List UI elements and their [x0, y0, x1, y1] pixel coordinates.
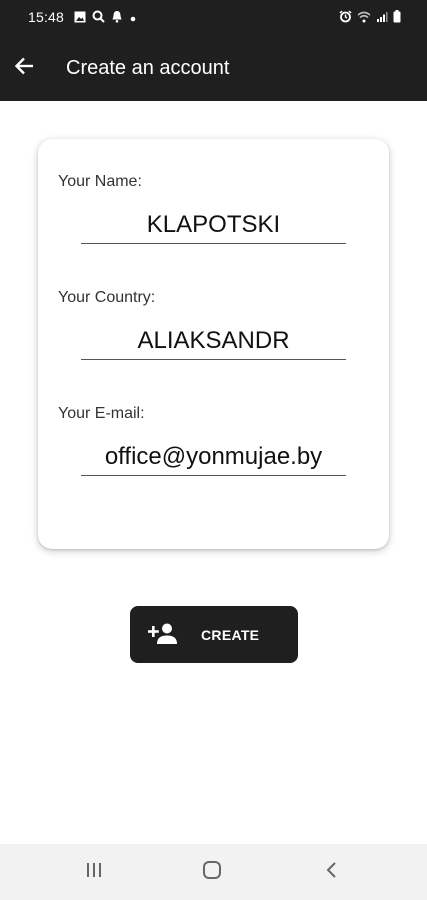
back-icon [324, 860, 340, 885]
app-bar: Create an account [0, 36, 427, 101]
account-form-card: Your Name: Your Country: Your E-mail: [38, 139, 389, 549]
system-nav-bar [0, 844, 427, 900]
create-button[interactable]: CREATE [130, 606, 298, 663]
nav-back-button[interactable] [317, 858, 347, 886]
notification-icon [111, 10, 123, 26]
status-right-icons [339, 10, 401, 26]
country-label: Your Country: [58, 289, 156, 306]
status-left-icons [74, 10, 137, 26]
page-title: Create an account [66, 57, 230, 79]
alarm-icon [339, 10, 352, 26]
screen: 15:48 Create an account Your Name: KLAPO… [0, 0, 427, 900]
image-icon [74, 10, 86, 26]
signal-icon [376, 10, 388, 26]
search-icon [92, 10, 105, 26]
email-label: Your E-mail: [58, 405, 145, 422]
create-button-label: CREATE [201, 627, 260, 643]
name-field[interactable] [81, 207, 346, 244]
country-field[interactable] [81, 323, 346, 360]
dot-icon [129, 10, 137, 26]
arrow-back-icon [13, 55, 35, 82]
home-button[interactable] [197, 858, 227, 886]
person-add-icon [147, 622, 178, 651]
email-field[interactable] [81, 439, 346, 476]
battery-icon [393, 10, 401, 26]
recent-apps-button[interactable] [79, 858, 109, 886]
wifi-icon [357, 10, 371, 26]
status-time: 15:48 [28, 9, 65, 25]
name-label: Your Name: [58, 173, 142, 190]
status-bar: 15:48 [0, 0, 427, 36]
recent-apps-icon [84, 861, 104, 884]
back-button[interactable] [8, 52, 40, 84]
home-icon [201, 859, 223, 886]
